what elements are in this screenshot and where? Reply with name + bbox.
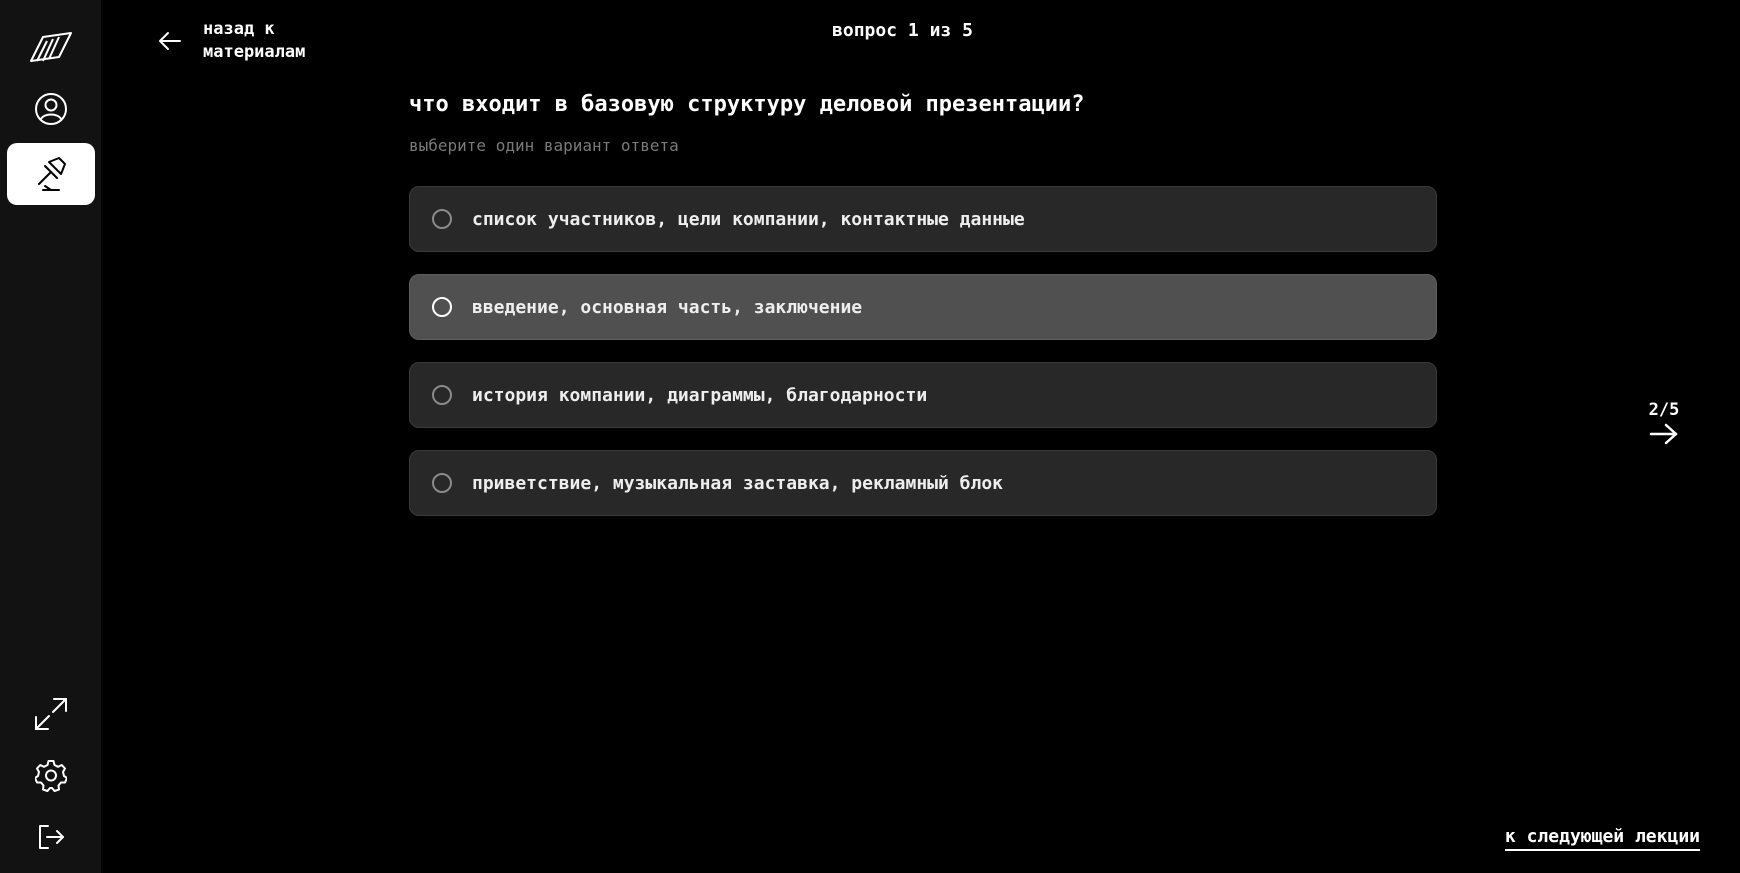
back-link-label: назад к материалам [203,19,306,62]
next-question-button[interactable]: 2/5 [1646,400,1682,446]
answer-option-label: история компании, диаграммы, благодарнос… [472,384,928,406]
gear-icon [35,760,67,792]
sidebar-expand-button[interactable] [7,683,95,745]
sidebar-logo-button[interactable] [7,16,95,78]
sidebar [0,0,101,873]
answer-options: список участников, цели компании, контак… [409,186,1437,538]
radio-button[interactable] [432,385,452,405]
app-root: назад к материалам вопрос 1 из 5 что вхо… [0,0,1740,873]
sidebar-settings-button[interactable] [7,745,95,807]
expand-icon [35,698,67,730]
next-lecture-link[interactable]: к следующей лекции [1504,826,1700,851]
answer-option[interactable]: история компании, диаграммы, благодарнос… [409,362,1437,428]
radio-button[interactable] [432,209,452,229]
answer-option[interactable]: приветствие, музыкальная заставка, рекла… [409,450,1437,516]
question-hint: выберите один вариант ответа [409,136,679,155]
answer-option-label: список участников, цели компании, контак… [472,208,1025,230]
arrow-right-icon [1646,422,1682,446]
back-to-materials-link[interactable]: назад к материалам [158,18,323,64]
radio-button[interactable] [432,473,452,493]
logout-icon [39,825,64,849]
sidebar-pin-button[interactable] [7,143,95,205]
radio-button[interactable] [432,297,452,317]
profile-icon [35,93,67,125]
sidebar-logout-button[interactable] [7,806,95,868]
sidebar-profile-button[interactable] [7,78,95,140]
answer-option[interactable]: введение, основная часть, заключение [409,274,1437,340]
pin-icon [38,157,66,191]
answer-option-label: введение, основная часть, заключение [472,296,863,318]
next-question-counter: 2/5 [1648,400,1680,420]
question-title: что входит в базовую структуру деловой п… [409,92,1085,117]
logo-icon [30,32,72,62]
arrow-left-icon [158,26,194,56]
answer-option-label: приветствие, музыкальная заставка, рекла… [472,472,1004,494]
answer-option[interactable]: список участников, цели компании, контак… [409,186,1437,252]
